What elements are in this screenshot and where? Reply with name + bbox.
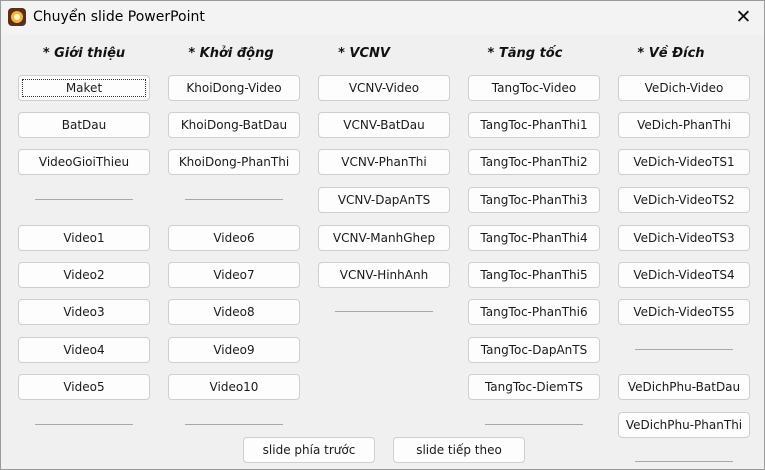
separator bbox=[635, 349, 733, 350]
separator bbox=[185, 199, 283, 200]
vcnv-video-button[interactable]: VCNV-Video bbox=[318, 75, 450, 101]
video4-button[interactable]: Video4 bbox=[18, 337, 150, 363]
vcnv-dapants-button[interactable]: VCNV-DapAnTS bbox=[318, 187, 450, 213]
tangtoc-phanthi5-button[interactable]: TangToc-PhanThi5 bbox=[468, 262, 600, 288]
video8-button[interactable]: Video8 bbox=[168, 299, 300, 325]
video5-button[interactable]: Video5 bbox=[18, 374, 150, 400]
maket-button[interactable]: Maket bbox=[18, 75, 150, 101]
tangtoc-phanthi1-button[interactable]: TangToc-PhanThi1 bbox=[468, 112, 600, 138]
vcnv-hinhanh-button[interactable]: VCNV-HinhAnh bbox=[318, 262, 450, 288]
video3-button[interactable]: Video3 bbox=[18, 299, 150, 325]
video2-button[interactable]: Video2 bbox=[18, 262, 150, 288]
separator bbox=[185, 424, 283, 425]
title-bar: Chuyển slide PowerPoint ✕ bbox=[1, 1, 764, 35]
vedich-videots1-button[interactable]: VeDich-VideoTS1 bbox=[618, 149, 750, 175]
main-window: Chuyển slide PowerPoint ✕ * Giới thiệu *… bbox=[0, 0, 765, 470]
previous-slide-button[interactable]: slide phía trước bbox=[243, 437, 375, 463]
column-header-vcnv: * VCNV bbox=[338, 46, 390, 61]
column-header-ve-dich: * Về Đích bbox=[637, 46, 705, 61]
vcnv-manhghep-button[interactable]: VCNV-ManhGhep bbox=[318, 225, 450, 251]
vedich-videots5-button[interactable]: VeDich-VideoTS5 bbox=[618, 299, 750, 325]
vedich-video-button[interactable]: VeDich-Video bbox=[618, 75, 750, 101]
batdau-button[interactable]: BatDau bbox=[18, 112, 150, 138]
vedich-videots2-button[interactable]: VeDich-VideoTS2 bbox=[618, 187, 750, 213]
tangtoc-phanthi4-button[interactable]: TangToc-PhanThi4 bbox=[468, 225, 600, 251]
vcnv-phanthi-button[interactable]: VCNV-PhanThi bbox=[318, 149, 450, 175]
tangtoc-phanthi2-button[interactable]: TangToc-PhanThi2 bbox=[468, 149, 600, 175]
column-header-khoi-dong: * Khởi động bbox=[188, 46, 274, 61]
khoidong-phanthi-button[interactable]: KhoiDong-PhanThi bbox=[168, 149, 300, 175]
vcnv-batdau-button[interactable]: VCNV-BatDau bbox=[318, 112, 450, 138]
video6-button[interactable]: Video6 bbox=[168, 225, 300, 251]
tangtoc-video-button[interactable]: TangToc-Video bbox=[468, 75, 600, 101]
tangtoc-phanthi3-button[interactable]: TangToc-PhanThi3 bbox=[468, 187, 600, 213]
video1-button[interactable]: Video1 bbox=[18, 225, 150, 251]
video9-button[interactable]: Video9 bbox=[168, 337, 300, 363]
vedich-videots4-button[interactable]: VeDich-VideoTS4 bbox=[618, 262, 750, 288]
column-header-gioi-thieu: * Giới thiệu bbox=[42, 46, 126, 61]
tangtoc-phanthi6-button[interactable]: TangToc-PhanThi6 bbox=[468, 299, 600, 325]
next-slide-button[interactable]: slide tiếp theo bbox=[393, 437, 525, 463]
close-icon[interactable]: ✕ bbox=[723, 1, 764, 35]
separator bbox=[485, 424, 583, 425]
video-gioi-thieu-button[interactable]: VideoGioiThieu bbox=[18, 149, 150, 175]
video7-button[interactable]: Video7 bbox=[168, 262, 300, 288]
vedich-phanthi-button[interactable]: VeDich-PhanThi bbox=[618, 112, 750, 138]
separator bbox=[635, 461, 733, 462]
column-header-tang-toc: * Tăng tốc bbox=[487, 46, 563, 61]
app-logo-icon bbox=[8, 8, 26, 26]
khoidong-batdau-button[interactable]: KhoiDong-BatDau bbox=[168, 112, 300, 138]
khoidong-video-button[interactable]: KhoiDong-Video bbox=[168, 75, 300, 101]
video10-button[interactable]: Video10 bbox=[168, 374, 300, 400]
vedich-videots3-button[interactable]: VeDich-VideoTS3 bbox=[618, 225, 750, 251]
window-title: Chuyển slide PowerPoint bbox=[33, 9, 205, 25]
vedichphu-phanthi-button[interactable]: VeDichPhu-PhanThi bbox=[618, 412, 750, 438]
tangtoc-diemts-button[interactable]: TangToc-DiemTS bbox=[468, 374, 600, 400]
separator bbox=[35, 424, 133, 425]
tangtoc-dapants-button[interactable]: TangToc-DapAnTS bbox=[468, 337, 600, 363]
separator bbox=[35, 199, 133, 200]
vedichphu-batdau-button[interactable]: VeDichPhu-BatDau bbox=[618, 374, 750, 400]
separator bbox=[335, 311, 433, 312]
